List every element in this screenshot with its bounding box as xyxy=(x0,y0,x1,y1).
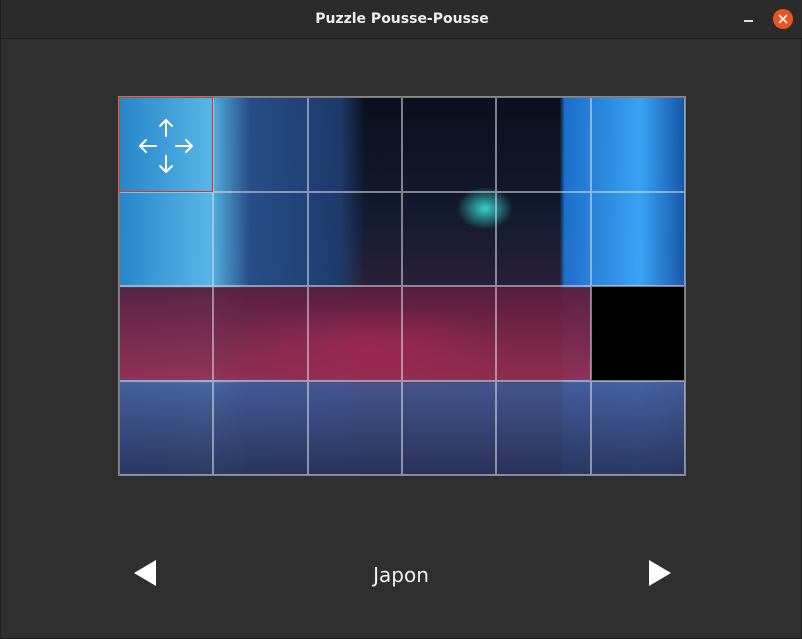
puzzle-tile[interactable] xyxy=(119,286,214,381)
move-arrows-icon xyxy=(139,119,193,173)
puzzle-tile[interactable] xyxy=(119,191,214,286)
puzzle-tile[interactable] xyxy=(119,380,214,475)
previous-puzzle-button[interactable] xyxy=(132,558,158,588)
minimize-button[interactable] xyxy=(739,10,759,30)
puzzle-tile[interactable] xyxy=(590,191,685,286)
triangle-right-icon xyxy=(649,560,671,586)
close-icon xyxy=(778,14,788,24)
close-button[interactable] xyxy=(773,9,793,29)
next-puzzle-button[interactable] xyxy=(647,558,673,588)
app-window: Puzzle Pousse-Pousse Japon xyxy=(0,0,802,639)
puzzle-tile[interactable] xyxy=(590,380,685,475)
puzzle-tile[interactable] xyxy=(402,286,497,381)
puzzle-tile[interactable] xyxy=(496,97,591,192)
window-title: Puzzle Pousse-Pousse xyxy=(315,11,489,27)
puzzle-tile[interactable] xyxy=(307,191,402,286)
selected-tile[interactable] xyxy=(119,97,214,192)
puzzle-tile[interactable] xyxy=(590,97,685,192)
triangle-left-icon xyxy=(134,560,156,586)
puzzle-tile[interactable] xyxy=(307,380,402,475)
puzzle-board xyxy=(118,96,686,476)
puzzle-tile[interactable] xyxy=(213,191,308,286)
empty-tile xyxy=(590,286,685,381)
puzzle-tile[interactable] xyxy=(307,97,402,192)
puzzle-tile[interactable] xyxy=(213,286,308,381)
puzzle-tile[interactable] xyxy=(496,191,591,286)
puzzle-tile[interactable] xyxy=(402,191,497,286)
puzzle-tile[interactable] xyxy=(496,286,591,381)
puzzle-tile[interactable] xyxy=(307,286,402,381)
puzzle-tile[interactable] xyxy=(402,97,497,192)
puzzle-tile[interactable] xyxy=(402,380,497,475)
puzzle-tile[interactable] xyxy=(496,380,591,475)
puzzle-name-label: Japon xyxy=(373,563,429,587)
puzzle-tile[interactable] xyxy=(213,97,308,192)
title-bar[interactable]: Puzzle Pousse-Pousse xyxy=(1,0,802,39)
puzzle-tile[interactable] xyxy=(213,380,308,475)
